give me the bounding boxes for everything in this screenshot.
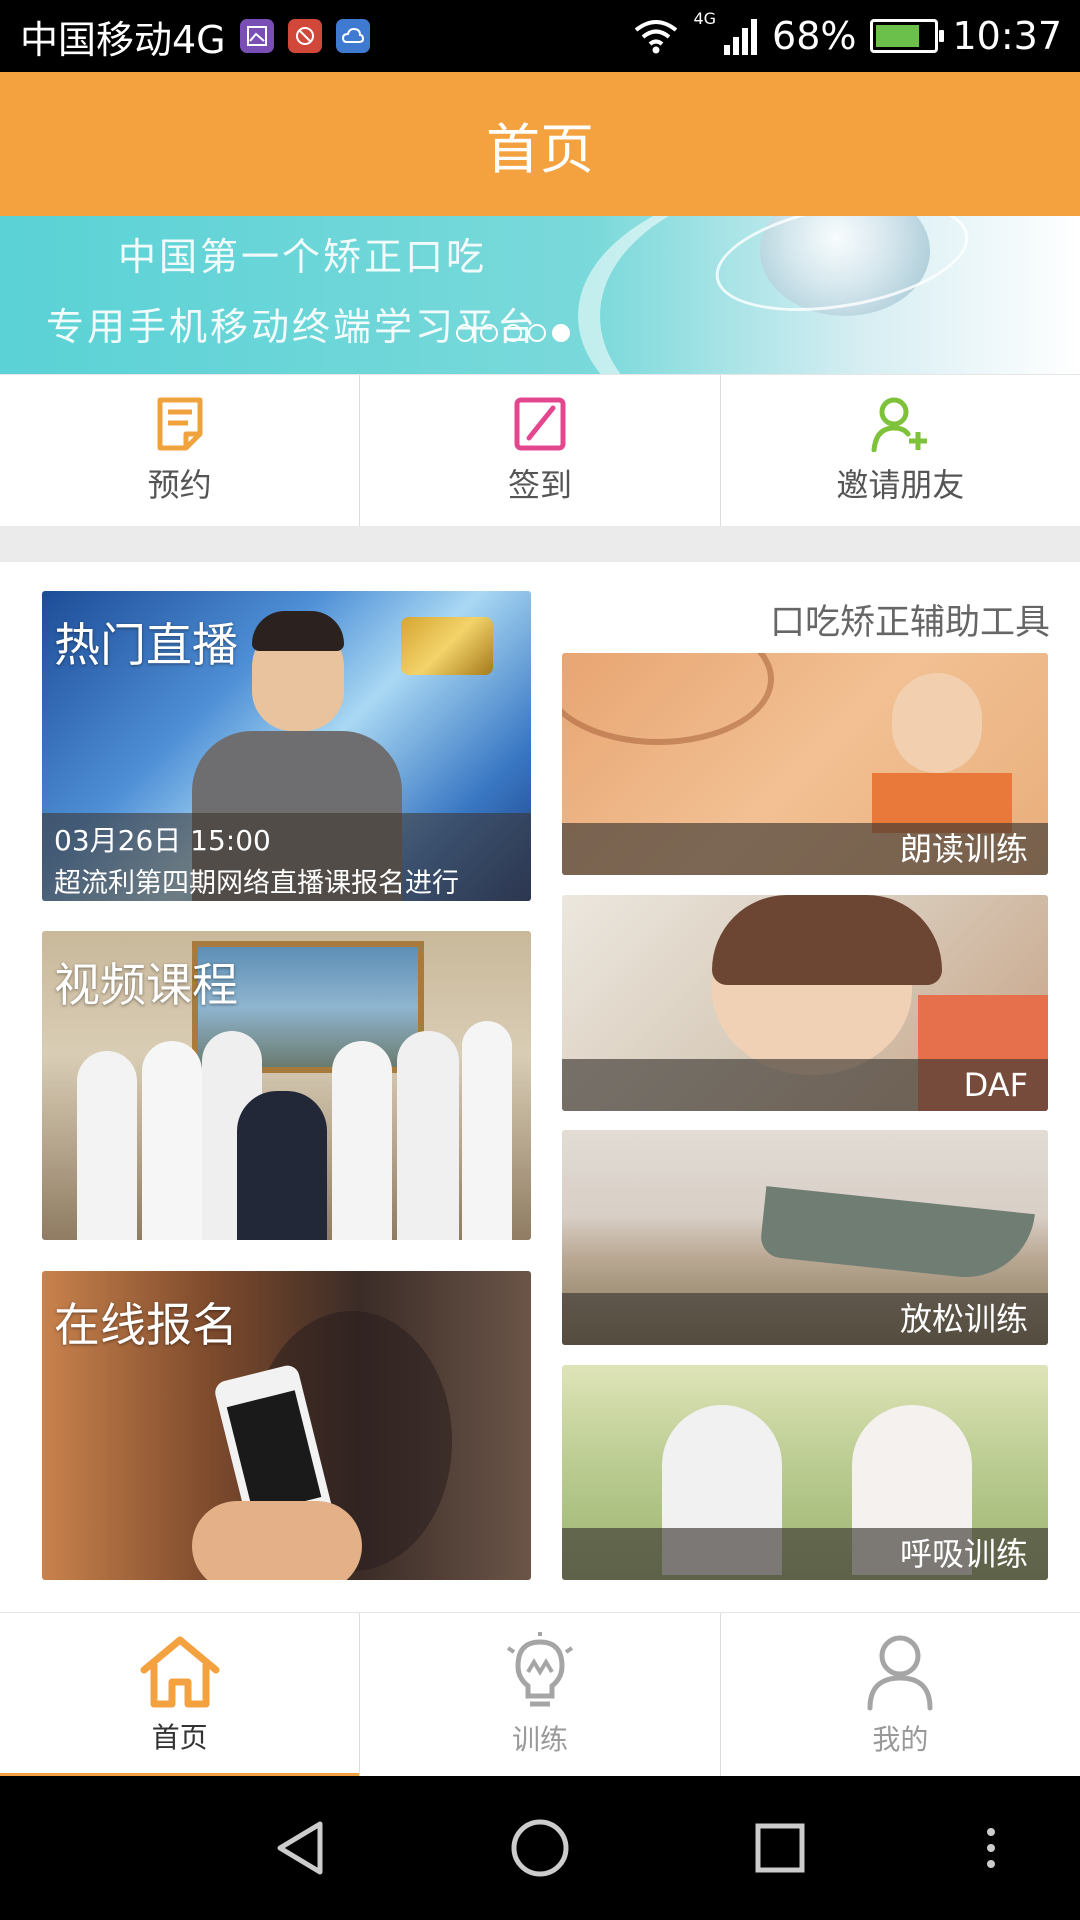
back-triangle-icon <box>277 1821 323 1875</box>
more-dots-icon <box>987 1828 995 1868</box>
child-photo <box>892 673 982 773</box>
carousel-dot[interactable] <box>480 324 498 342</box>
carousel-dot-active[interactable] <box>552 324 570 342</box>
gallery-notification-icon <box>239 19 274 53</box>
video-course-card[interactable]: 视频课程 <box>42 931 531 1240</box>
daf-card[interactable]: DAF <box>562 895 1048 1111</box>
signal-icon <box>724 19 758 55</box>
network-type-label: 4G <box>693 8 717 28</box>
live-card-title: 热门直播 <box>54 618 238 672</box>
group-photo <box>62 1021 512 1240</box>
live-datetime: 03月26日 15:00 <box>54 824 271 857</box>
signup-card-title: 在线报名 <box>54 1298 238 1352</box>
reading-training-label: 朗读训练 <box>562 823 1048 875</box>
recents-button[interactable] <box>750 1776 810 1920</box>
banner-carousel[interactable]: 中国第一个矫正口吃 专用手机移动终端学习平台 <box>0 216 1080 374</box>
wifi-icon <box>635 20 678 54</box>
clock: 10:37 <box>952 14 1062 58</box>
invite-friends-label: 邀请朋友 <box>836 466 965 504</box>
online-signup-card[interactable]: 在线报名 <box>42 1271 531 1580</box>
back-button[interactable] <box>270 1776 330 1920</box>
carousel-dot[interactable] <box>456 324 474 342</box>
banner-headline: 中国第一个矫正口吃 <box>118 235 488 279</box>
system-navigation-bar <box>0 1776 1080 1920</box>
tools-section-title: 口吃矫正辅助工具 <box>769 603 1050 643</box>
hand-photo <box>192 1501 362 1580</box>
nav-profile-label: 我的 <box>872 1723 929 1756</box>
carousel-dot[interactable] <box>528 324 546 342</box>
live-description: 超流利第四期网络直播课报名进行 <box>54 868 459 899</box>
page-title: 首页 <box>486 117 594 181</box>
app-header: 首页 <box>0 72 1080 216</box>
tools-notification-icon <box>287 19 322 53</box>
note-icon <box>157 397 203 451</box>
add-user-icon <box>871 397 928 452</box>
reading-training-card[interactable]: 朗读训练 <box>562 653 1048 875</box>
profile-icon <box>867 1635 933 1711</box>
home-icon <box>140 1636 220 1708</box>
relaxation-training-label: 放松训练 <box>562 1293 1048 1345</box>
relaxation-training-card[interactable]: 放松训练 <box>562 1130 1048 1345</box>
recents-square-icon <box>755 1823 805 1873</box>
nav-training[interactable]: 训练 <box>360 1613 721 1777</box>
appointment-label: 预约 <box>147 466 212 504</box>
nav-home-label: 首页 <box>151 1721 208 1754</box>
checkin-button[interactable]: 签到 <box>360 375 721 527</box>
live-info-overlay: 03月26日 15:00 超流利第四期网络直播课报名进行 <box>42 813 531 901</box>
quick-actions: 预约 签到 邀请朋友 <box>0 374 1080 527</box>
status-bar: 中国移动4G 4G 68% 10:37 <box>0 0 1080 72</box>
carousel-dot[interactable] <box>504 324 522 342</box>
nav-home[interactable]: 首页 <box>0 1613 361 1777</box>
cloud-notification-icon <box>335 19 370 53</box>
lightbulb-icon <box>506 1632 574 1707</box>
show-logo <box>401 617 493 675</box>
nav-training-label: 训练 <box>511 1723 568 1756</box>
breathing-training-label: 呼吸训练 <box>562 1528 1048 1580</box>
battery-percent: 68% <box>772 14 857 58</box>
checkin-label: 签到 <box>507 466 572 504</box>
invite-friends-button[interactable]: 邀请朋友 <box>721 375 1080 527</box>
appointment-button[interactable]: 预约 <box>0 375 361 527</box>
nav-profile[interactable]: 我的 <box>721 1613 1080 1777</box>
carousel-indicator <box>456 324 570 342</box>
boat-photo <box>759 1186 1035 1284</box>
battery-icon <box>870 19 945 53</box>
hair-shape <box>712 895 942 985</box>
menu-button[interactable] <box>976 1776 1006 1920</box>
carrier-label: 中国移动4G <box>20 17 226 62</box>
video-card-title: 视频课程 <box>54 958 238 1012</box>
home-system-button[interactable] <box>508 1776 572 1920</box>
doodle-decoration <box>562 653 774 745</box>
bottom-navigation: 首页 训练 我的 <box>0 1612 1080 1777</box>
breathing-training-card[interactable]: 呼吸训练 <box>562 1365 1048 1580</box>
daf-label: DAF <box>562 1059 1048 1111</box>
section-divider <box>0 526 1080 562</box>
home-circle-icon <box>511 1819 569 1877</box>
edit-square-icon <box>514 397 566 451</box>
live-broadcast-card[interactable]: 热门直播 03月26日 15:00 超流利第四期网络直播课报名进行 <box>42 591 531 901</box>
